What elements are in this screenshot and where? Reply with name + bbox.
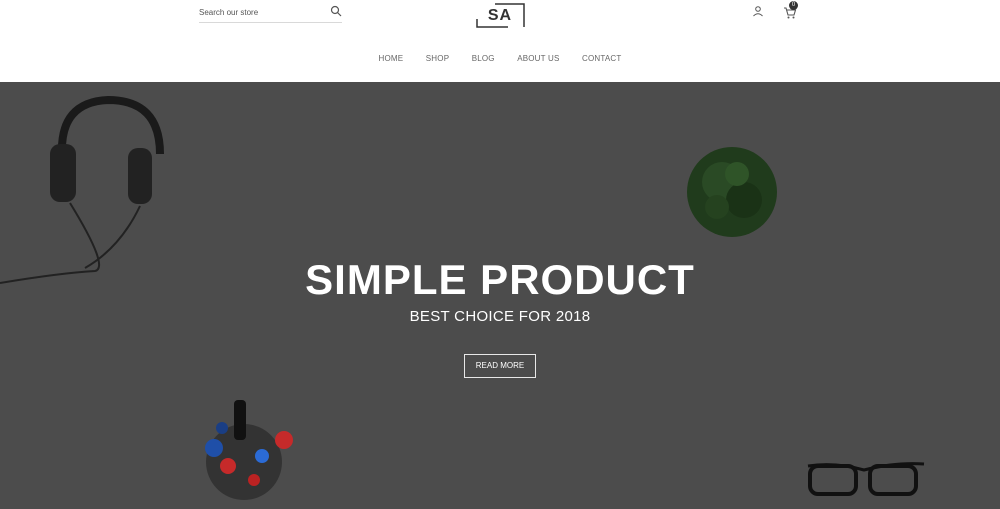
nav-shop[interactable]: SHOP — [426, 54, 449, 63]
hero-title: SIMPLE PRODUCT — [305, 256, 695, 303]
site-logo[interactable]: SA — [475, 3, 525, 28]
hero-subtitle: BEST CHOICE FOR 2018 — [409, 308, 591, 325]
main-nav: HOME SHOP BLOG ABOUT US CONTACT — [0, 48, 1000, 63]
nav-about-us[interactable]: ABOUT US — [517, 54, 559, 63]
nav-home[interactable]: HOME — [379, 54, 404, 63]
cart-count-badge: 0 — [789, 1, 798, 10]
glasses-image — [807, 462, 925, 496]
plant-image — [687, 147, 777, 237]
search-bar — [199, 4, 342, 23]
logo-text: SA — [487, 7, 513, 24]
search-input[interactable] — [199, 4, 319, 20]
search-icon[interactable] — [330, 5, 342, 17]
nav-blog[interactable]: BLOG — [472, 54, 495, 63]
account-icon[interactable] — [752, 5, 764, 17]
pen-holder-image — [205, 400, 293, 500]
read-more-button[interactable]: READ MORE — [464, 354, 536, 378]
nav-contact[interactable]: CONTACT — [582, 54, 621, 63]
hero-banner: SIMPLE PRODUCT BEST CHOICE FOR 2018 READ… — [0, 82, 1000, 509]
site-header: SA 0 HOME SHOP BLOG ABOUT US CONTACT — [0, 0, 1000, 82]
cart-button[interactable]: 0 — [783, 1, 803, 19]
